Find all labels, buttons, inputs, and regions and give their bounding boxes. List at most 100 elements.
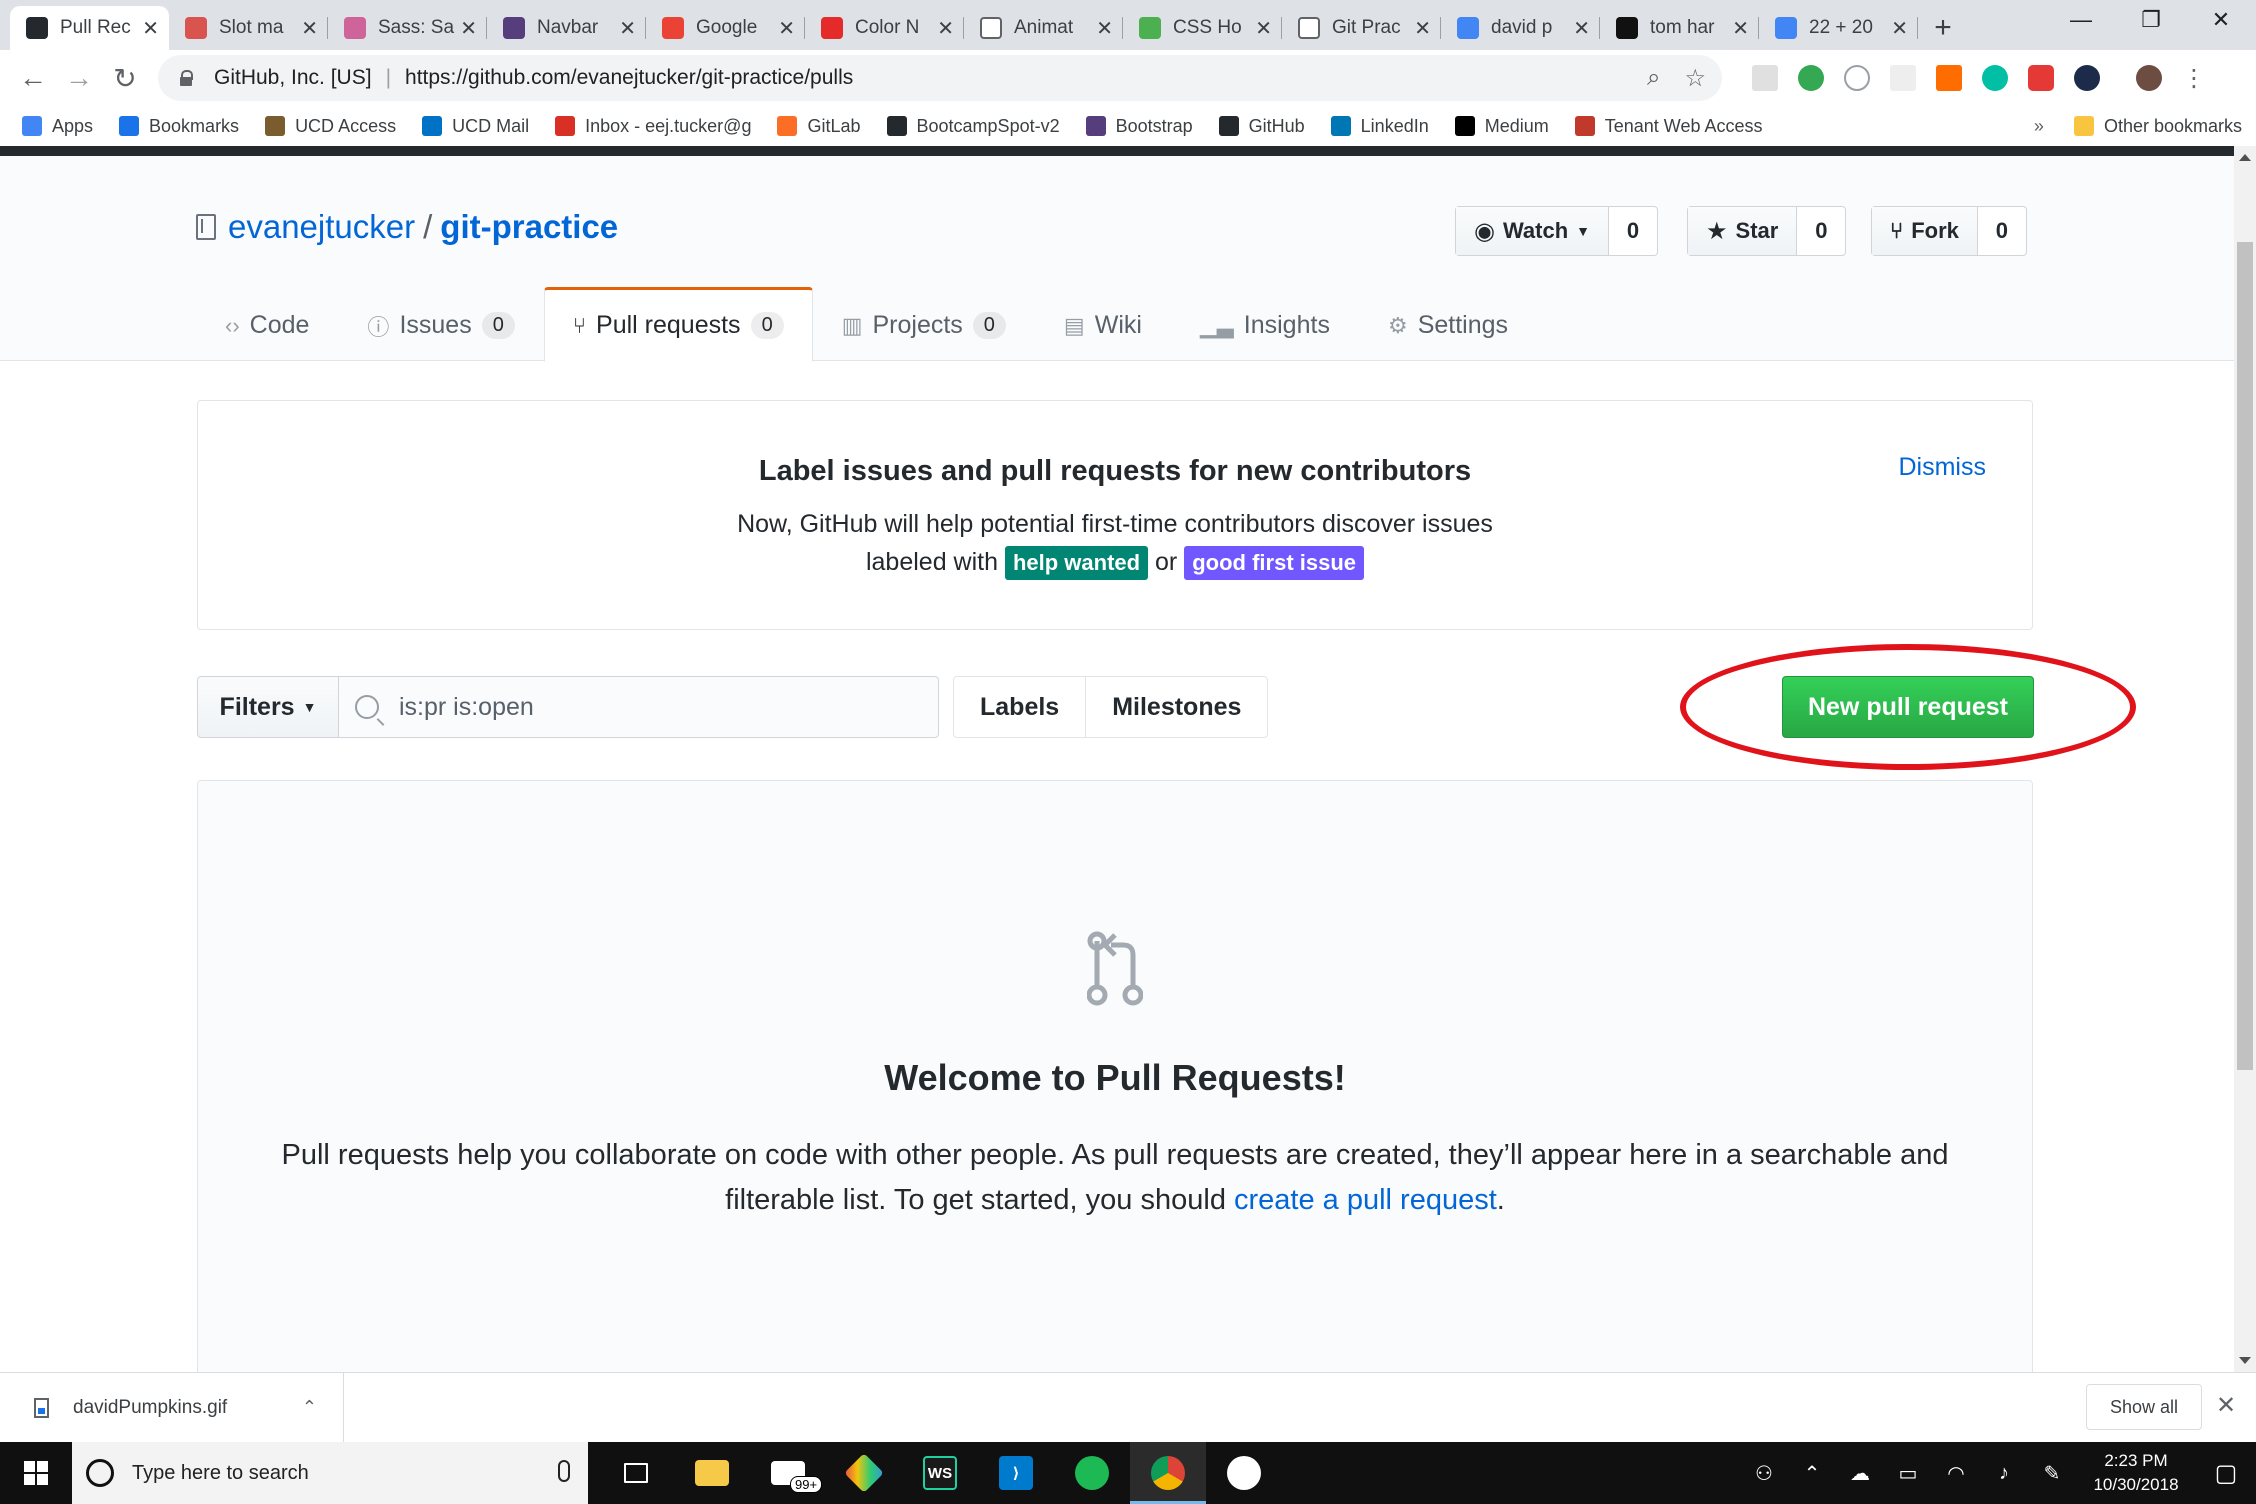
chevron-up-icon[interactable]: ⌃ xyxy=(1788,1461,1836,1486)
vscode-icon[interactable]: ⟩ xyxy=(978,1442,1054,1504)
onedrive-icon[interactable]: ☁ xyxy=(1836,1461,1884,1486)
label-help-wanted[interactable]: help wanted xyxy=(1004,546,1149,580)
scroll-down-icon[interactable] xyxy=(2239,1357,2251,1364)
forward-icon[interactable]: → xyxy=(56,55,102,101)
extension-icon[interactable] xyxy=(1936,65,1962,91)
close-shelf-icon[interactable]: ✕ xyxy=(2216,1391,2236,1420)
extension-icon[interactable] xyxy=(1798,65,1824,91)
tab-close-icon[interactable]: ✕ xyxy=(619,16,636,41)
star-button[interactable]: ★ Star xyxy=(1688,207,1798,255)
browser-tab[interactable]: Pull Rec ✕ xyxy=(10,6,169,50)
bookmark-item[interactable]: Inbox - eej.tucker@g xyxy=(555,116,751,137)
webstorm-icon[interactable]: WS xyxy=(902,1442,978,1504)
dismiss-link[interactable]: Dismiss xyxy=(1899,453,1987,482)
scroll-thumb[interactable] xyxy=(2237,242,2253,1070)
taskbar-search-input[interactable]: Type here to search xyxy=(72,1442,588,1504)
search-input[interactable]: is:pr is:open xyxy=(339,676,939,738)
volume-mute-icon[interactable]: ♪ xyxy=(1980,1462,2028,1485)
filters-button[interactable]: Filters ▼ xyxy=(197,676,339,738)
tab-insights[interactable]: ▁▃ Insights xyxy=(1171,287,1359,362)
tab-pull-requests[interactable]: ⑂ Pull requests 0 xyxy=(543,287,813,362)
bookmark-item[interactable]: LinkedIn xyxy=(1330,116,1429,137)
more-bookmarks-button[interactable]: » xyxy=(2034,116,2044,137)
extension-icon[interactable] xyxy=(1982,65,2008,91)
bookmark-item[interactable]: GitHub xyxy=(1218,116,1305,137)
git-kraken-icon[interactable] xyxy=(826,1442,902,1504)
close-window-icon[interactable]: ✕ xyxy=(2186,0,2256,40)
scroll-up-icon[interactable] xyxy=(2239,154,2251,161)
battery-icon[interactable]: ▭ xyxy=(1884,1461,1932,1486)
spotify-icon[interactable] xyxy=(1054,1442,1130,1504)
mail-icon[interactable]: 99+ xyxy=(750,1442,826,1504)
tab-close-icon[interactable]: ✕ xyxy=(142,16,159,41)
back-icon[interactable]: ← xyxy=(10,55,56,101)
people-icon[interactable]: ⚇ xyxy=(1740,1461,1788,1486)
download-item[interactable]: davidPumpkins.gif ⌃ xyxy=(0,1372,344,1443)
watch-count[interactable]: 0 xyxy=(1609,207,1657,255)
repo-name-link[interactable]: git-practice xyxy=(440,208,618,246)
bookmark-item[interactable]: Apps xyxy=(22,116,93,137)
bookmark-item[interactable]: Tenant Web Access xyxy=(1574,116,1763,137)
tab-close-icon[interactable]: ✕ xyxy=(1414,16,1431,41)
browser-tab[interactable]: tom har ✕ xyxy=(1600,6,1759,50)
bookmark-star-icon[interactable]: ☆ xyxy=(1684,64,1706,93)
browser-tab[interactable]: Animat ✕ xyxy=(964,6,1123,50)
repo-owner-link[interactable]: evanejtucker xyxy=(228,208,415,246)
new-tab-button[interactable]: + xyxy=(1918,6,1968,50)
browser-tab[interactable]: Git Prac ✕ xyxy=(1282,6,1441,50)
browser-tab[interactable]: CSS Ho ✕ xyxy=(1123,6,1282,50)
bookmark-item[interactable]: Medium xyxy=(1454,116,1549,137)
star-count[interactable]: 0 xyxy=(1797,207,1845,255)
show-all-button[interactable]: Show all xyxy=(2086,1384,2202,1430)
browser-tab[interactable]: Sass: Sa ✕ xyxy=(328,6,487,50)
bookmark-item[interactable]: Bookmarks xyxy=(119,116,239,137)
extension-icon[interactable] xyxy=(2028,65,2054,91)
browser-tab[interactable]: david p ✕ xyxy=(1441,6,1600,50)
browser-tab[interactable]: Navbar ✕ xyxy=(487,6,646,50)
fork-count[interactable]: 0 xyxy=(1978,207,2026,255)
tab-code[interactable]: ‹› Code xyxy=(196,287,338,362)
tab-close-icon[interactable]: ✕ xyxy=(778,16,795,41)
profile-avatar[interactable] xyxy=(2136,65,2162,91)
slack-icon[interactable] xyxy=(1206,1442,1282,1504)
start-button[interactable] xyxy=(0,1442,72,1504)
extension-icon[interactable] xyxy=(1752,65,1778,91)
browser-tab[interactable]: Google ✕ xyxy=(646,6,805,50)
chevron-up-icon[interactable]: ⌃ xyxy=(302,1397,317,1418)
zoom-icon[interactable]: ⌕ xyxy=(1647,64,1660,92)
browser-tab[interactable]: Color N ✕ xyxy=(805,6,964,50)
new-pull-request-button[interactable]: New pull request xyxy=(1782,676,2034,738)
browser-tab[interactable]: 22 + 20 ✕ xyxy=(1759,6,1918,50)
browser-tab[interactable]: Slot ma ✕ xyxy=(169,6,328,50)
other-bookmarks-folder[interactable]: Other bookmarks xyxy=(2073,116,2242,137)
tab-settings[interactable]: ⚙ Settings xyxy=(1359,287,1537,362)
label-good-first-issue[interactable]: good first issue xyxy=(1184,546,1365,580)
tab-close-icon[interactable]: ✕ xyxy=(1732,16,1749,41)
bookmark-item[interactable]: GitLab xyxy=(777,116,861,137)
bookmark-item[interactable]: BootcampSpot-v2 xyxy=(886,116,1060,137)
task-view-icon[interactable] xyxy=(598,1442,674,1504)
tab-close-icon[interactable]: ✕ xyxy=(1573,16,1590,41)
menu-kebab-icon[interactable]: ⋮ xyxy=(2182,64,2206,93)
tab-close-icon[interactable]: ✕ xyxy=(1096,16,1113,41)
extension-icon[interactable] xyxy=(1844,65,1870,91)
chrome-icon[interactable] xyxy=(1130,1442,1206,1504)
page-scrollbar[interactable] xyxy=(2234,146,2256,1372)
bookmark-item[interactable]: UCD Access xyxy=(265,116,396,137)
bookmark-item[interactable]: Bootstrap xyxy=(1085,116,1193,137)
reload-icon[interactable]: ↻ xyxy=(102,55,148,101)
tab-issues[interactable]: ⓘ Issues 0 xyxy=(338,287,543,362)
tab-wiki[interactable]: ▤ Wiki xyxy=(1035,287,1171,362)
tab-close-icon[interactable]: ✕ xyxy=(937,16,954,41)
tab-close-icon[interactable]: ✕ xyxy=(301,16,318,41)
minimize-icon[interactable]: — xyxy=(2046,0,2116,40)
taskbar-clock[interactable]: 2:23 PM 10/30/2018 xyxy=(2076,1449,2196,1497)
extension-icon[interactable] xyxy=(2074,65,2100,91)
fork-button[interactable]: ⑂ Fork xyxy=(1872,207,1978,255)
create-pull-request-link[interactable]: create a pull request xyxy=(1234,1184,1497,1216)
extension-icon[interactable] xyxy=(1890,65,1916,91)
tab-projects[interactable]: ▥ Projects 0 xyxy=(813,287,1035,362)
tab-close-icon[interactable]: ✕ xyxy=(1255,16,1272,41)
milestones-button[interactable]: Milestones xyxy=(1085,677,1267,737)
microphone-icon[interactable] xyxy=(558,1460,570,1482)
